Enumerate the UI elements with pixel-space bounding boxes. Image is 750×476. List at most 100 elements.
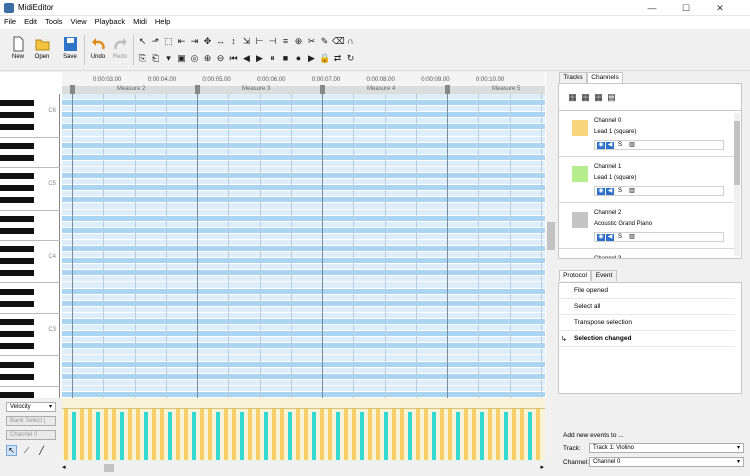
channel-scrollbar[interactable]: [734, 113, 740, 256]
piano-black-key[interactable]: [0, 154, 34, 161]
instrument-icon[interactable]: ▥: [628, 142, 636, 149]
piano-black-key[interactable]: [0, 373, 34, 380]
paste-menu-icon[interactable]: ▾: [163, 53, 174, 64]
tab-event[interactable]: Event: [591, 270, 617, 281]
measure-bar[interactable]: Measure 2 Measure 3 Measure 4 Measure 5: [62, 85, 545, 94]
align-left-icon[interactable]: ⊢: [254, 36, 265, 47]
piano-black-key[interactable]: [0, 124, 34, 131]
piano-black-key[interactable]: [0, 343, 34, 350]
velocity-bar[interactable]: [104, 408, 108, 460]
velocity-bar[interactable]: [504, 412, 508, 460]
tab-channels[interactable]: Channels: [587, 72, 623, 83]
zoom-in-icon[interactable]: ⊕: [202, 53, 213, 64]
resize-icon[interactable]: ⇲: [241, 36, 252, 47]
channel-audible-all-icon[interactable]: ▦: [580, 92, 591, 103]
velocity-bar[interactable]: [520, 408, 524, 460]
protocol-item[interactable]: Transpose selection: [559, 315, 735, 331]
velocity-bar[interactable]: [128, 408, 132, 460]
velocity-bar[interactable]: [432, 412, 436, 460]
instrument-icon[interactable]: ▥: [628, 234, 636, 241]
pointer-tool-icon[interactable]: ↖: [6, 445, 17, 456]
velocity-bar[interactable]: [200, 408, 204, 460]
scroll-left-icon[interactable]: ◂: [62, 464, 66, 471]
instrument-icon[interactable]: ▥: [628, 188, 636, 195]
select-left-icon[interactable]: ⇤: [176, 36, 187, 47]
velocity-bar[interactable]: [232, 408, 236, 460]
velocity-bar[interactable]: [480, 412, 484, 460]
scroll-right-icon[interactable]: ▸: [540, 464, 544, 471]
protocol-list[interactable]: File opened Select all Transpose selecti…: [558, 282, 742, 394]
note-grid[interactable]: [62, 94, 545, 398]
maximize-button[interactable]: ☐: [672, 0, 700, 16]
pause-icon[interactable]: ⏸: [267, 53, 278, 64]
paste-icon[interactable]: ⎗: [150, 53, 161, 64]
velocity-bar[interactable]: [168, 412, 172, 460]
eye-icon[interactable]: ◉: [597, 188, 605, 195]
piano-black-key[interactable]: [0, 185, 34, 192]
menu-view[interactable]: View: [67, 16, 91, 27]
velocity-bar[interactable]: [248, 408, 252, 460]
skip-back-icon[interactable]: ⏮: [228, 53, 239, 64]
velocity-bar[interactable]: [352, 408, 356, 460]
velocity-bar[interactable]: [288, 412, 292, 460]
solo-button[interactable]: S: [616, 142, 624, 149]
speaker-icon[interactable]: ◀: [606, 142, 614, 149]
velocity-bar[interactable]: [488, 408, 492, 460]
eye-icon[interactable]: ◉: [597, 142, 605, 149]
velocity-bar[interactable]: [80, 408, 84, 460]
horizontal-scrollbar[interactable]: ◂ ▸: [60, 462, 546, 474]
menu-edit[interactable]: Edit: [20, 16, 41, 27]
velocity-bar[interactable]: [512, 408, 516, 460]
velocity-bar[interactable]: [408, 412, 412, 460]
select-single-icon[interactable]: ⬏: [150, 36, 161, 47]
velocity-bar[interactable]: [160, 408, 164, 460]
velocity-bar[interactable]: [344, 408, 348, 460]
menu-file[interactable]: File: [0, 16, 20, 27]
velocity-bar[interactable]: [208, 408, 212, 460]
metronome-icon[interactable]: ◎: [189, 53, 200, 64]
velocity-bar[interactable]: [320, 408, 324, 460]
channel-select[interactable]: Channel 0: [6, 430, 56, 440]
velocity-bar[interactable]: [176, 408, 180, 460]
menu-tools[interactable]: Tools: [41, 16, 67, 27]
velocity-bar[interactable]: [448, 408, 452, 460]
solo-button[interactable]: S: [616, 188, 624, 195]
eraser-icon[interactable]: ⌫: [332, 36, 345, 47]
velocity-bar[interactable]: [144, 412, 148, 460]
velocity-bar[interactable]: [192, 412, 196, 460]
align-right-icon[interactable]: ⊣: [267, 36, 278, 47]
piano-black-key[interactable]: [0, 100, 34, 107]
velocity-bar[interactable]: [528, 412, 532, 460]
velocity-bar[interactable]: [280, 408, 284, 460]
velocity-bar[interactable]: [464, 408, 468, 460]
move-horizontal-icon[interactable]: ↔: [215, 36, 226, 47]
velocity-bar[interactable]: [224, 408, 228, 460]
channel-solo-all-icon[interactable]: ▦: [593, 92, 604, 103]
pencil-icon[interactable]: ✎: [319, 36, 330, 47]
protocol-item-current[interactable]: Selection changed: [559, 331, 735, 347]
velocity-bar[interactable]: [296, 408, 300, 460]
piano-black-key[interactable]: [0, 318, 34, 326]
channel-visible-all-icon[interactable]: ▦: [567, 92, 578, 103]
record-icon[interactable]: ●: [293, 53, 304, 64]
velocity-bar[interactable]: [368, 408, 372, 460]
velocity-bar[interactable]: [424, 408, 428, 460]
bank-select[interactable]: Bank Select (: [6, 416, 56, 426]
speaker-icon[interactable]: ◀: [606, 234, 614, 241]
channel-settings-icon[interactable]: ▤: [606, 92, 617, 103]
draw-line-icon[interactable]: ⟋: [21, 445, 32, 456]
velocity-bar[interactable]: [440, 408, 444, 460]
new-button[interactable]: New: [6, 33, 30, 69]
open-button[interactable]: Open: [30, 33, 54, 69]
speaker-icon[interactable]: ◀: [606, 188, 614, 195]
velocity-bar[interactable]: [416, 408, 420, 460]
velocity-bar[interactable]: [88, 408, 92, 460]
undo-button[interactable]: Undo: [86, 33, 110, 69]
velocity-bar[interactable]: [272, 408, 276, 460]
velocity-bar[interactable]: [216, 412, 220, 460]
piano-black-key[interactable]: [0, 173, 34, 180]
piano-black-key[interactable]: [0, 197, 34, 204]
zoom-out-icon[interactable]: ⊖: [215, 53, 226, 64]
velocity-bar[interactable]: [136, 408, 140, 460]
velocity-bar[interactable]: [120, 412, 124, 460]
